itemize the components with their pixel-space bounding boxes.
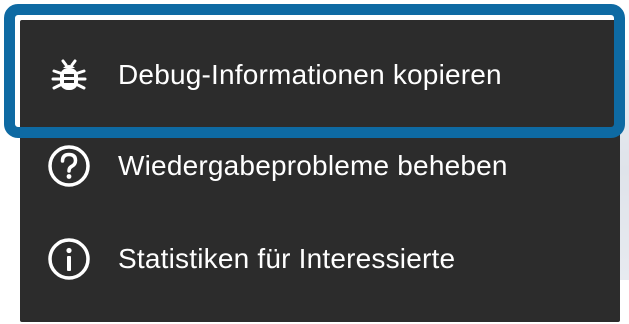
info-circle-icon: [46, 236, 92, 282]
bug-icon: [46, 52, 92, 98]
menu-item-copy-debug-info[interactable]: Debug-Informationen kopieren: [20, 30, 620, 120]
menu-item-troubleshoot-playback[interactable]: Wiedergabeprobleme beheben: [20, 121, 620, 211]
menu-item-label: Wiedergabeprobleme beheben: [118, 150, 508, 181]
menu-item-label: Debug-Informationen kopieren: [118, 59, 502, 90]
help-circle-icon: [46, 143, 92, 189]
menu-item-label: Statistiken für Interessierte: [118, 243, 456, 274]
menu-item-stats-for-nerds[interactable]: Statistiken für Interessierte: [20, 214, 620, 304]
